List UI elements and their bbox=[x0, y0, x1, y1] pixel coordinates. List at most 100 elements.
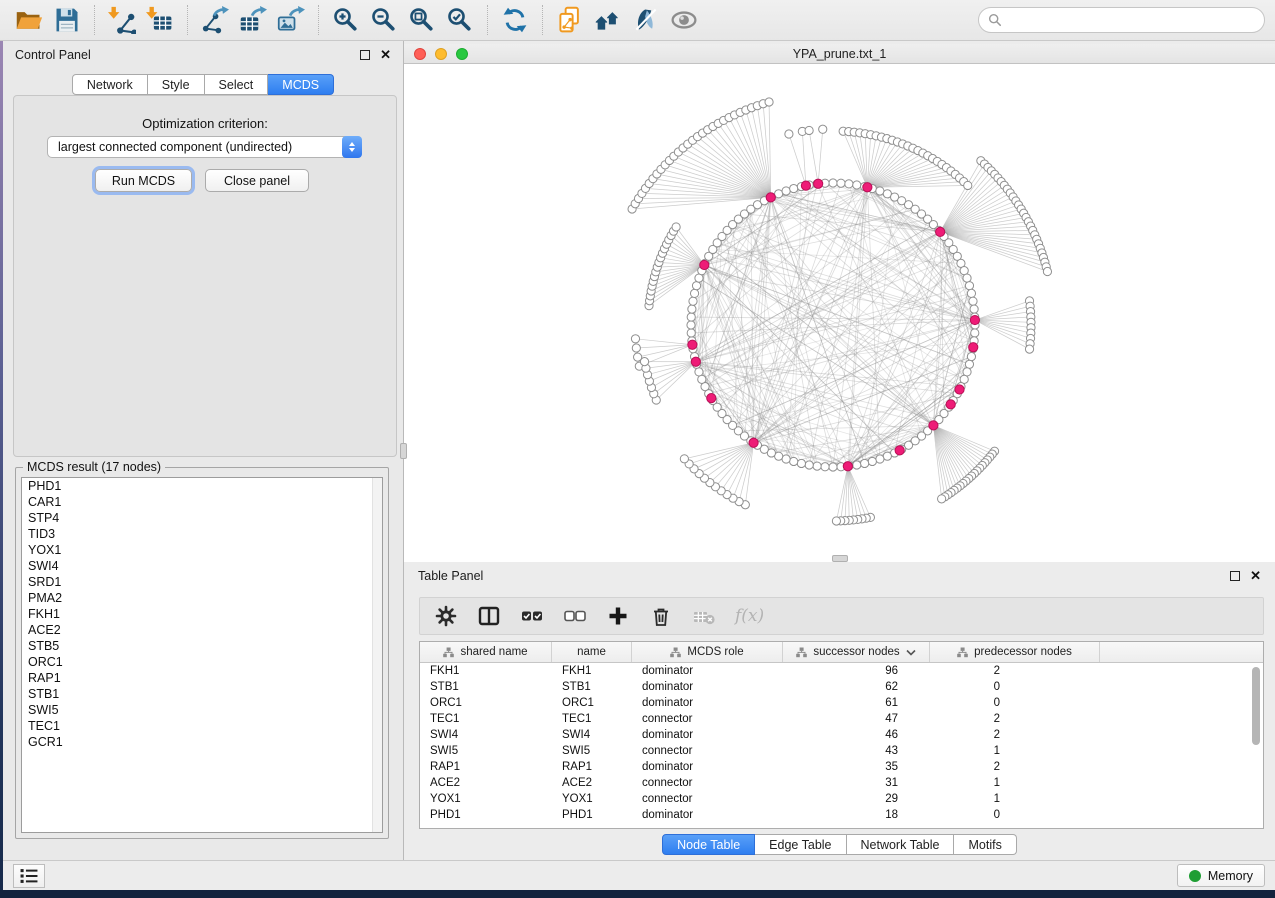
fit-content-icon[interactable] bbox=[405, 4, 439, 36]
node[interactable] bbox=[964, 181, 972, 189]
node[interactable] bbox=[687, 329, 695, 337]
export-image-icon[interactable] bbox=[274, 4, 308, 36]
export-table-icon[interactable] bbox=[236, 4, 270, 36]
import-network-icon[interactable] bbox=[105, 4, 139, 36]
float-table-panel-icon[interactable] bbox=[1230, 571, 1240, 581]
node[interactable] bbox=[967, 289, 975, 297]
mcds-node[interactable] bbox=[863, 183, 872, 192]
node[interactable] bbox=[837, 179, 845, 187]
node[interactable] bbox=[782, 187, 790, 195]
node[interactable] bbox=[969, 297, 977, 305]
table-row[interactable]: YOX1YOX1connector291 bbox=[420, 791, 1263, 807]
tab-select[interactable]: Select bbox=[205, 74, 269, 95]
mcds-result-item[interactable]: RAP1 bbox=[22, 670, 382, 686]
node[interactable] bbox=[963, 274, 971, 282]
horizontal-splitter-handle[interactable] bbox=[832, 555, 848, 562]
mcds-result-list[interactable]: PHD1CAR1STP4TID3YOX1SWI4SRD1PMA2FKH1ACE2… bbox=[21, 477, 383, 833]
tab-node-table[interactable]: Node Table bbox=[662, 834, 755, 855]
mcds-node[interactable] bbox=[929, 421, 938, 430]
mcds-node[interactable] bbox=[946, 400, 955, 409]
apply-layout-icon[interactable] bbox=[498, 4, 532, 36]
delete-columns-icon[interactable] bbox=[649, 604, 673, 628]
tab-network[interactable]: Network bbox=[72, 74, 148, 95]
close-panel-button[interactable]: Close panel bbox=[205, 169, 309, 192]
float-panel-icon[interactable] bbox=[360, 50, 370, 60]
mcds-result-item[interactable]: PHD1 bbox=[22, 478, 382, 494]
new-network-from-selection-icon[interactable] bbox=[553, 4, 587, 36]
network-view[interactable] bbox=[404, 64, 1275, 562]
mcds-list-scrollbar[interactable] bbox=[372, 478, 382, 832]
mcds-node[interactable] bbox=[700, 260, 709, 269]
column-header-successor-nodes[interactable]: successor nodes bbox=[783, 642, 930, 662]
node[interactable] bbox=[853, 461, 861, 469]
node[interactable] bbox=[970, 305, 978, 313]
node[interactable] bbox=[805, 126, 813, 134]
task-history-button[interactable] bbox=[13, 864, 45, 888]
tab-mcds[interactable]: MCDS bbox=[268, 74, 334, 95]
toggle-graphics-details-icon[interactable] bbox=[629, 4, 663, 36]
table-scrollbar-thumb[interactable] bbox=[1252, 667, 1260, 745]
mcds-node[interactable] bbox=[749, 438, 758, 447]
node[interactable] bbox=[672, 223, 680, 231]
memory-button[interactable]: Memory bbox=[1177, 864, 1265, 887]
mcds-result-item[interactable]: TEC1 bbox=[22, 718, 382, 734]
node[interactable] bbox=[938, 495, 946, 503]
search-box[interactable] bbox=[978, 7, 1265, 33]
node[interactable] bbox=[868, 457, 876, 465]
column-header-shared-name[interactable]: shared name bbox=[420, 642, 552, 662]
zoom-selected-icon[interactable] bbox=[443, 4, 477, 36]
node[interactable] bbox=[876, 455, 884, 463]
mcds-result-item[interactable]: ORC1 bbox=[22, 654, 382, 670]
node[interactable] bbox=[967, 352, 975, 360]
node[interactable] bbox=[971, 329, 979, 337]
table-row[interactable]: ORC1ORC1dominator610 bbox=[420, 695, 1263, 711]
node[interactable] bbox=[680, 455, 688, 463]
table-row[interactable]: FKH1FKH1dominator962 bbox=[420, 663, 1263, 679]
mcds-node[interactable] bbox=[970, 315, 979, 324]
node[interactable] bbox=[790, 457, 798, 465]
node[interactable] bbox=[687, 321, 695, 329]
table-row[interactable]: RAP1RAP1dominator352 bbox=[420, 759, 1263, 775]
mcds-result-item[interactable]: FKH1 bbox=[22, 606, 382, 622]
node[interactable] bbox=[845, 180, 853, 188]
node[interactable] bbox=[640, 358, 648, 366]
node[interactable] bbox=[1043, 267, 1051, 275]
table-row[interactable]: TEC1TEC1connector472 bbox=[420, 711, 1263, 727]
vertical-splitter-handle[interactable] bbox=[400, 443, 407, 459]
tab-motifs[interactable]: Motifs bbox=[954, 834, 1016, 855]
node[interactable] bbox=[689, 297, 697, 305]
mcds-result-item[interactable]: STB1 bbox=[22, 686, 382, 702]
mcds-node[interactable] bbox=[766, 193, 775, 202]
node[interactable] bbox=[832, 517, 840, 525]
mcds-node[interactable] bbox=[895, 446, 904, 455]
node[interactable] bbox=[853, 181, 861, 189]
table-row[interactable]: SWI4SWI4dominator462 bbox=[420, 727, 1263, 743]
mcds-result-item[interactable]: STB5 bbox=[22, 638, 382, 654]
node[interactable] bbox=[692, 282, 700, 290]
node[interactable] bbox=[829, 179, 837, 187]
mcds-result-item[interactable]: YOX1 bbox=[22, 542, 382, 558]
mcds-node[interactable] bbox=[801, 181, 810, 190]
mcds-result-item[interactable]: PMA2 bbox=[22, 590, 382, 606]
node[interactable] bbox=[860, 459, 868, 467]
node[interactable] bbox=[785, 130, 793, 138]
search-input[interactable] bbox=[1008, 13, 1255, 27]
node[interactable] bbox=[813, 462, 821, 470]
deselect-all-checkbox-icon[interactable] bbox=[563, 604, 587, 628]
tab-style[interactable]: Style bbox=[148, 74, 205, 95]
node[interactable] bbox=[965, 360, 973, 368]
node[interactable] bbox=[965, 282, 973, 290]
mcds-node[interactable] bbox=[707, 394, 716, 403]
mcds-result-item[interactable]: ACE2 bbox=[22, 622, 382, 638]
node[interactable] bbox=[805, 461, 813, 469]
open-session-icon[interactable] bbox=[12, 4, 46, 36]
mcds-result-item[interactable]: SWI4 bbox=[22, 558, 382, 574]
node[interactable] bbox=[1025, 345, 1033, 353]
mcds-node[interactable] bbox=[688, 340, 697, 349]
mcds-node[interactable] bbox=[969, 343, 978, 352]
node[interactable] bbox=[797, 459, 805, 467]
table-mode-icon[interactable] bbox=[434, 604, 458, 628]
import-table-icon[interactable] bbox=[143, 4, 177, 36]
node[interactable] bbox=[790, 184, 798, 192]
network-graph[interactable] bbox=[404, 64, 1275, 562]
